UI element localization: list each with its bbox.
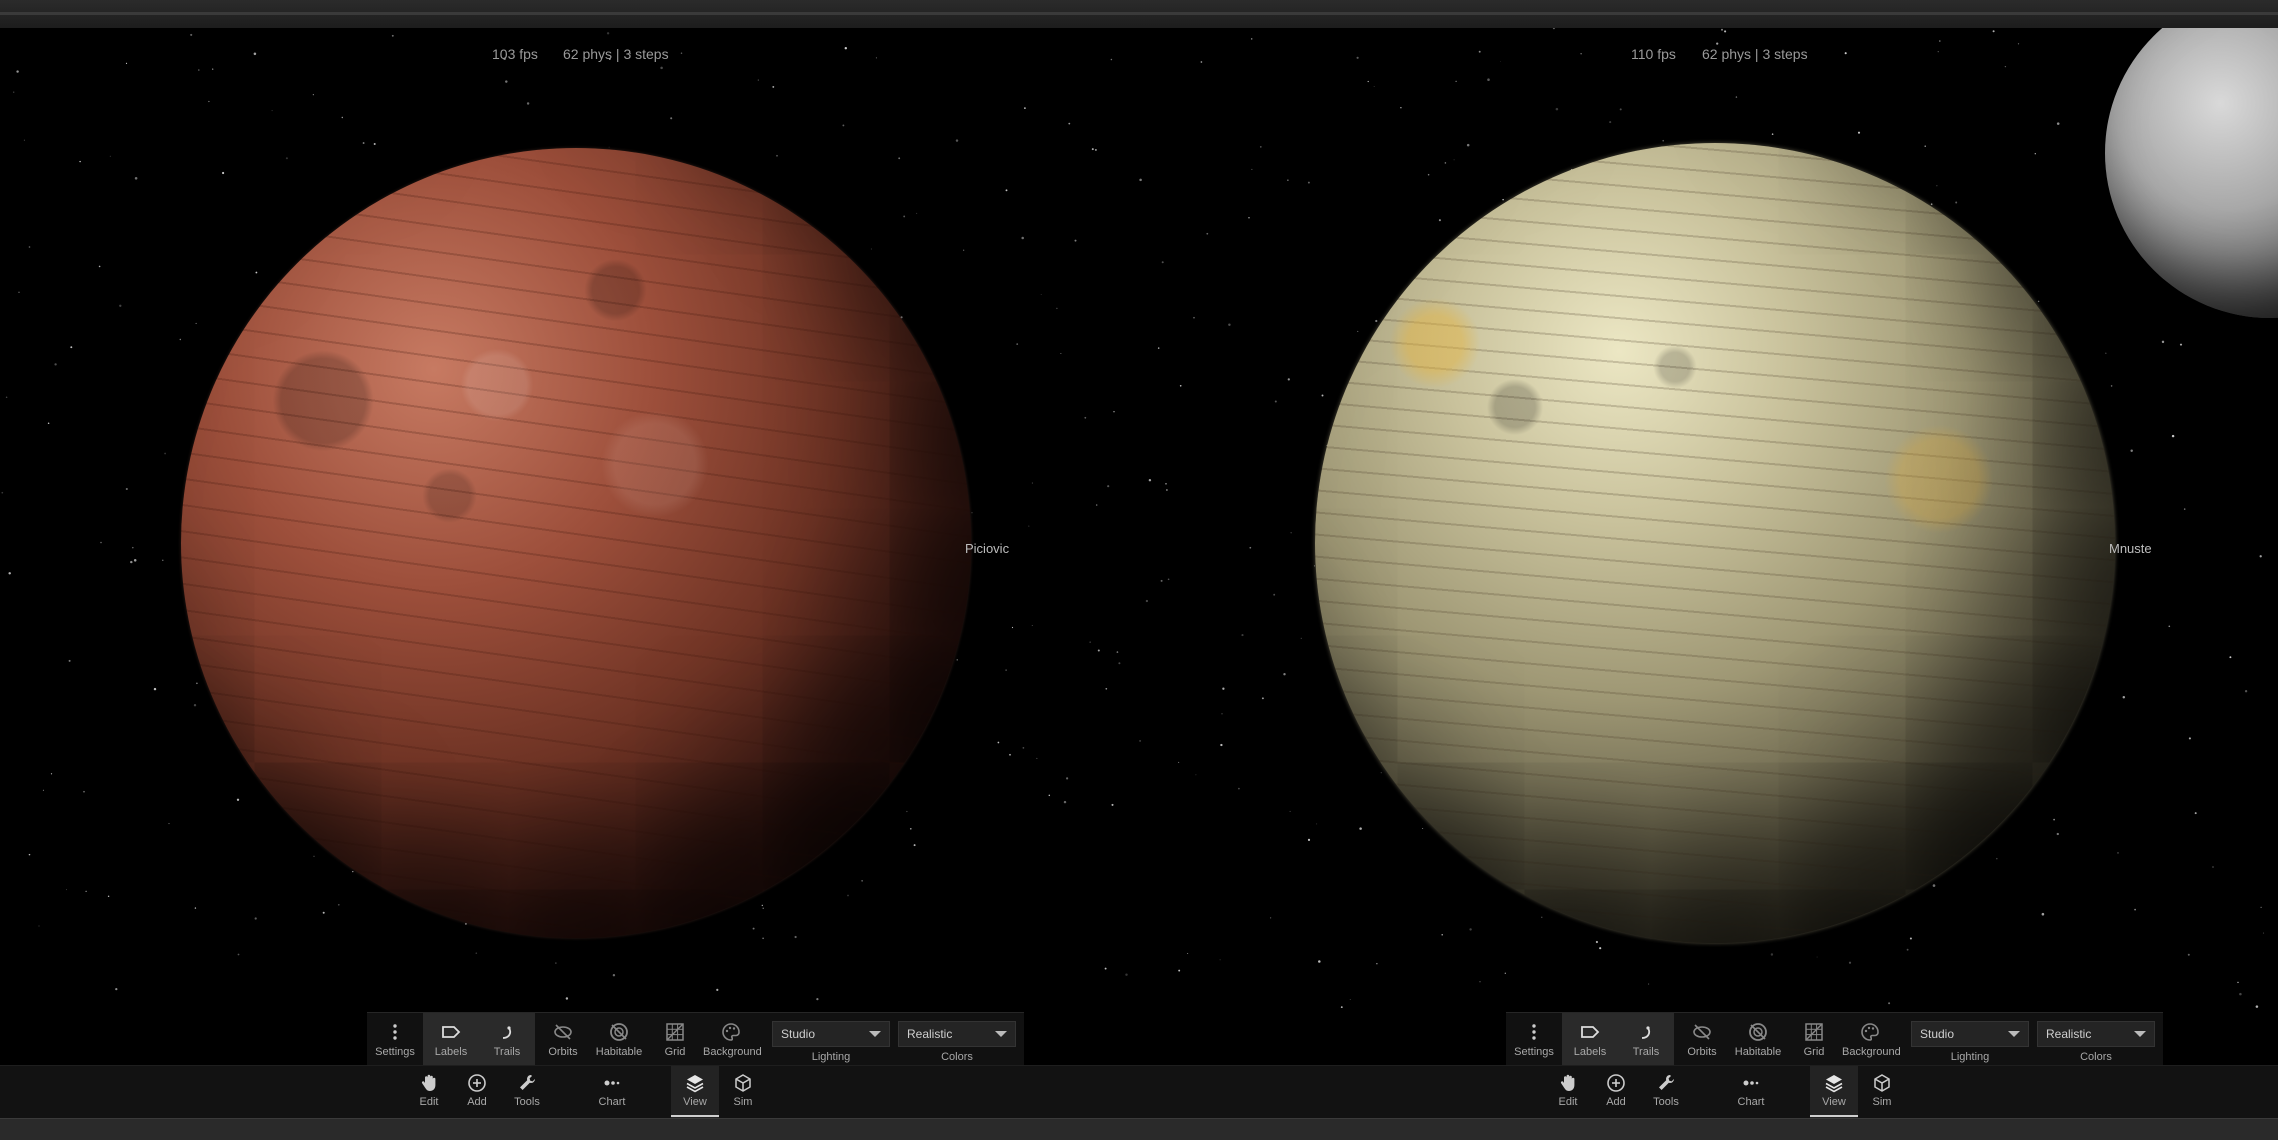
lighting-dropdown[interactable]: Studio (1911, 1021, 2029, 1047)
orbits-toggle[interactable]: Orbits (1674, 1013, 1730, 1066)
palette-icon (720, 1021, 742, 1043)
status-strip (0, 1118, 2278, 1140)
lighting-caption: Lighting (811, 1051, 851, 1063)
orbits-toggle[interactable]: Orbits (535, 1013, 591, 1066)
orbits-off-icon (552, 1021, 574, 1043)
view-toolbar: Settings Labels Trails Orbits Habitable … (1506, 1012, 2163, 1066)
palette-icon (1859, 1021, 1881, 1043)
colors-dropdown[interactable]: Realistic (2037, 1021, 2155, 1047)
kebab-menu-icon (384, 1021, 406, 1043)
plus-circle-icon (466, 1072, 488, 1094)
chevron-down-icon (995, 1031, 1007, 1037)
label-tag-icon (440, 1021, 462, 1043)
habitable-off-icon (1747, 1021, 1769, 1043)
lighting-caption: Lighting (1950, 1051, 1990, 1063)
kebab-menu-icon (1523, 1021, 1545, 1043)
main-toolbar: Edit Add Tools Chart View Sim (0, 1065, 1139, 1118)
layers-icon (1823, 1072, 1845, 1094)
simulation-viewport-left[interactable]: 103 fps 62 phys | 3 steps Piciovic Setti… (0, 28, 1139, 1118)
grid-icon (664, 1021, 686, 1043)
main-toolbar: Edit Add Tools Chart View Sim (1139, 1065, 2278, 1118)
chart-dots-icon (1740, 1072, 1762, 1094)
chart-dots-icon (601, 1072, 623, 1094)
trail-curve-icon (1635, 1021, 1657, 1043)
view-toolbar: Settings Labels Trails Orbits Habitable … (367, 1012, 1024, 1066)
chevron-down-icon (869, 1031, 881, 1037)
labels-toggle[interactable]: Labels (423, 1013, 479, 1066)
tools-button[interactable]: Tools (503, 1066, 551, 1118)
wrench-icon (516, 1072, 538, 1094)
labels-toggle[interactable]: Labels (1562, 1013, 1618, 1066)
hand-icon (1557, 1072, 1579, 1094)
trail-curve-icon (496, 1021, 518, 1043)
window-title-bar (0, 0, 2278, 29)
add-button[interactable]: Add (453, 1066, 501, 1118)
chart-button[interactable]: Chart (588, 1066, 636, 1118)
grid-toggle[interactable]: Grid (647, 1013, 703, 1066)
chevron-down-icon (2008, 1031, 2020, 1037)
simulation-viewport-right[interactable]: 110 fps 62 phys | 3 steps Mnuste Setting… (1139, 28, 2278, 1118)
sim-button[interactable]: Sim (1858, 1066, 1906, 1118)
planet-piciovic[interactable] (181, 148, 971, 938)
label-tag-icon (1579, 1021, 1601, 1043)
habitable-off-icon (608, 1021, 630, 1043)
lighting-dropdown[interactable]: Studio (772, 1021, 890, 1047)
chevron-down-icon (2134, 1031, 2146, 1037)
chart-button[interactable]: Chart (1727, 1066, 1775, 1118)
physics-counter: 62 phys | 3 steps (1702, 46, 1808, 62)
planet-label[interactable]: Mnuste (2109, 541, 2152, 556)
background-button[interactable]: Background (1842, 1013, 1901, 1066)
colors-caption: Colors (2080, 1051, 2112, 1063)
physics-counter: 62 phys | 3 steps (563, 46, 669, 62)
cube-icon (732, 1072, 754, 1094)
colors-dropdown[interactable]: Realistic (898, 1021, 1016, 1047)
wrench-icon (1655, 1072, 1677, 1094)
grid-toggle[interactable]: Grid (1786, 1013, 1842, 1066)
plus-circle-icon (1605, 1072, 1627, 1094)
tools-button[interactable]: Tools (1642, 1066, 1690, 1118)
planet-label[interactable]: Piciovic (965, 541, 1009, 556)
background-button[interactable]: Background (703, 1013, 762, 1066)
colors-caption: Colors (941, 1051, 973, 1063)
trails-toggle[interactable]: Trails (479, 1013, 535, 1066)
orbits-off-icon (1691, 1021, 1713, 1043)
settings-button[interactable]: Settings (1506, 1013, 1562, 1066)
fps-counter: 110 fps (1631, 46, 1676, 62)
settings-button[interactable]: Settings (367, 1013, 423, 1066)
cube-icon (1871, 1072, 1893, 1094)
fps-counter: 103 fps (492, 46, 538, 62)
edit-button[interactable]: Edit (405, 1066, 453, 1118)
edit-button[interactable]: Edit (1544, 1066, 1592, 1118)
hand-icon (418, 1072, 440, 1094)
habitable-toggle[interactable]: Habitable (1730, 1013, 1786, 1066)
trails-toggle[interactable]: Trails (1618, 1013, 1674, 1066)
sim-button[interactable]: Sim (719, 1066, 767, 1118)
layers-icon (684, 1072, 706, 1094)
view-tab[interactable]: View (1810, 1066, 1858, 1118)
planet-mnuste[interactable] (1315, 143, 2115, 943)
add-button[interactable]: Add (1592, 1066, 1640, 1118)
view-tab[interactable]: View (671, 1066, 719, 1118)
grid-icon (1803, 1021, 1825, 1043)
habitable-toggle[interactable]: Habitable (591, 1013, 647, 1066)
